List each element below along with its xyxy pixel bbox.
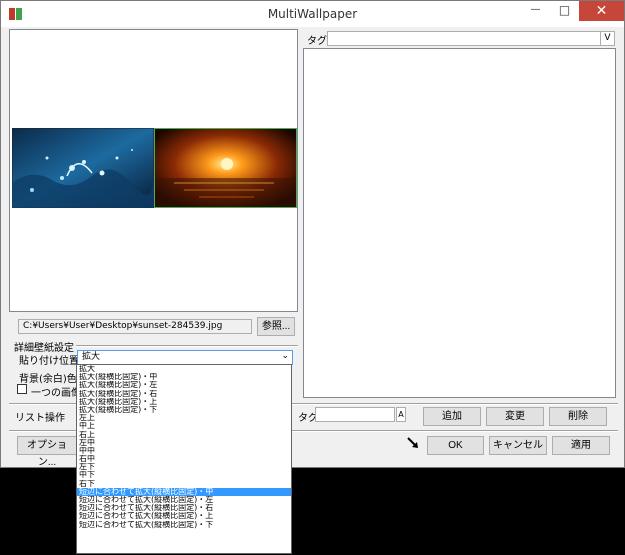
- dropdown-option[interactable]: 短辺に合わせて拡大(縦横比固定)・上: [77, 512, 291, 520]
- dropdown-option[interactable]: 右上: [77, 431, 291, 439]
- dropdown-option[interactable]: 中中: [77, 447, 291, 455]
- delete-button[interactable]: 削除: [549, 407, 607, 426]
- maximize-button[interactable]: □: [550, 1, 579, 21]
- dropdown-option[interactable]: 拡大(縦横比固定)・左: [77, 381, 291, 389]
- minimize-button[interactable]: —: [521, 1, 550, 21]
- dropdown-option[interactable]: 拡大(縦横比固定)・右: [77, 390, 291, 398]
- list-tag-input[interactable]: [315, 407, 395, 422]
- options-button[interactable]: オプション...: [17, 436, 77, 468]
- background-color-label: 背景(余白)色: [19, 374, 77, 385]
- monitor-preview-area[interactable]: [9, 29, 298, 312]
- dropdown-option[interactable]: 中下: [77, 471, 291, 479]
- tag-filter-combobox[interactable]: V: [327, 31, 615, 46]
- monitor-thumbnail-sunset[interactable]: [154, 128, 297, 208]
- dropdown-option[interactable]: 右中: [77, 455, 291, 463]
- tag-filter-label: タグ: [307, 36, 327, 47]
- tag-combo-dropdown-button[interactable]: V: [600, 32, 614, 45]
- dropdown-option[interactable]: 拡大(縦横比固定)・中: [77, 373, 291, 381]
- paste-position-select[interactable]: 拡大 ⌄: [77, 350, 293, 365]
- paste-position-label: 貼り付け位置: [19, 356, 79, 367]
- close-button[interactable]: ✕: [579, 1, 624, 21]
- dropdown-option[interactable]: 短辺に合わせて拡大(縦横比固定)・左: [77, 496, 291, 504]
- paste-position-dropdown-list[interactable]: 拡大 拡大(縦横比固定)・中 拡大(縦横比固定)・左 拡大(縦横比固定)・右 拡大(縦横…: [76, 364, 292, 554]
- cancel-button[interactable]: キャンセル: [489, 436, 547, 455]
- dropdown-option[interactable]: 拡大(縦横比固定)・下: [77, 406, 291, 414]
- dropdown-option[interactable]: 左下: [77, 463, 291, 471]
- paste-position-value: 拡大: [82, 352, 101, 362]
- dropdown-option[interactable]: 拡大: [77, 365, 291, 373]
- title-bar[interactable]: MultiWallpaper — □ ✕: [1, 1, 624, 27]
- dropdown-option[interactable]: 左中: [77, 439, 291, 447]
- dropdown-option[interactable]: 拡大(縦横比固定)・上: [77, 398, 291, 406]
- add-button[interactable]: 追加: [423, 407, 481, 426]
- change-button[interactable]: 変更: [486, 407, 544, 426]
- dropdown-option[interactable]: 左上: [77, 414, 291, 422]
- chevron-down-icon: ⌄: [281, 351, 289, 361]
- list-operations-label: リスト操作: [15, 413, 65, 424]
- dropdown-option[interactable]: 短辺に合わせて拡大(縦横比固定)・右: [77, 504, 291, 512]
- mouse-cursor-icon: [407, 437, 418, 448]
- tag-append-button[interactable]: A: [396, 407, 406, 422]
- dropdown-option[interactable]: 短辺に合わせて拡大(縦横比固定)・下: [77, 521, 291, 529]
- tag-list[interactable]: [303, 48, 616, 398]
- group-divider: [76, 345, 298, 347]
- monitor-thumbnail-water[interactable]: [12, 128, 154, 208]
- ok-button[interactable]: OK: [427, 436, 484, 455]
- browse-button[interactable]: 参照...: [257, 317, 295, 336]
- dropdown-option[interactable]: 中上: [77, 422, 291, 430]
- dropdown-option[interactable]: 右下: [77, 480, 291, 488]
- wallpaper-path-field[interactable]: C:¥Users¥User¥Desktop¥sunset-284539.jpg: [18, 319, 252, 334]
- dropdown-option[interactable]: 短辺に合わせて拡大(縦横比固定)・中: [77, 487, 291, 496]
- single-image-checkbox[interactable]: [17, 384, 27, 394]
- apply-button[interactable]: 適用: [552, 436, 610, 455]
